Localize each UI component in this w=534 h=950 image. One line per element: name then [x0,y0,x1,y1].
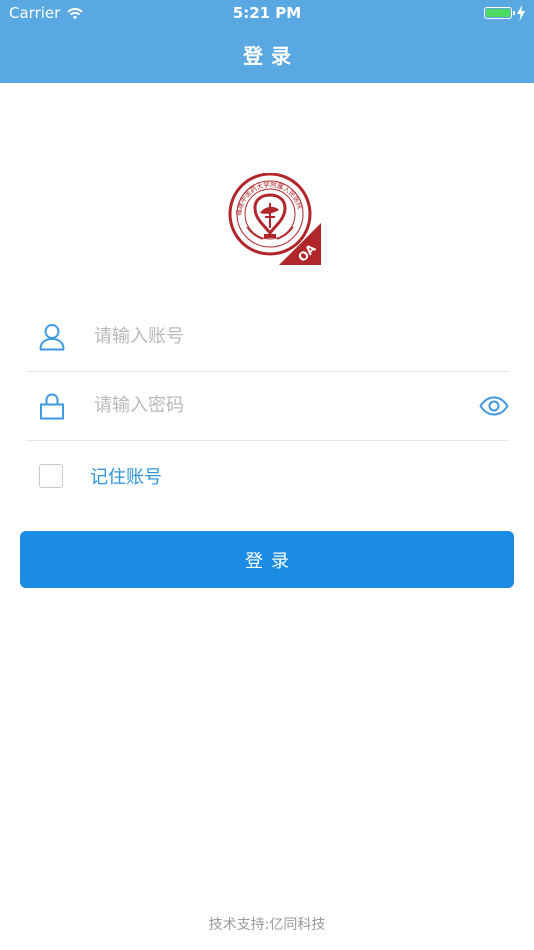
page-title: 登录 [243,44,299,68]
hospital-logo: 福建中医药大学附属人民医院 OA [228,173,321,265]
user-icon [39,323,65,350]
password-input[interactable] [92,394,479,417]
status-time: 5:21 PM [232,4,302,22]
account-row [26,302,509,372]
remember-label[interactable]: 记住账号 [90,463,162,489]
battery-level [486,9,510,17]
remember-row[interactable]: 记住账号 [26,441,509,510]
charging-icon [517,5,525,21]
remember-checkbox[interactable] [39,463,63,488]
account-input[interactable] [92,325,509,348]
footer-credit: 技术支持:亿同科技 [208,917,326,933]
eye-icon[interactable] [479,395,509,416]
lock-icon [40,392,64,419]
top-bar: Carrier 5:21 PM 登录 [0,0,534,83]
login-button[interactable]: 登录 [20,531,514,588]
password-row [26,371,509,441]
battery-icon [484,7,515,19]
